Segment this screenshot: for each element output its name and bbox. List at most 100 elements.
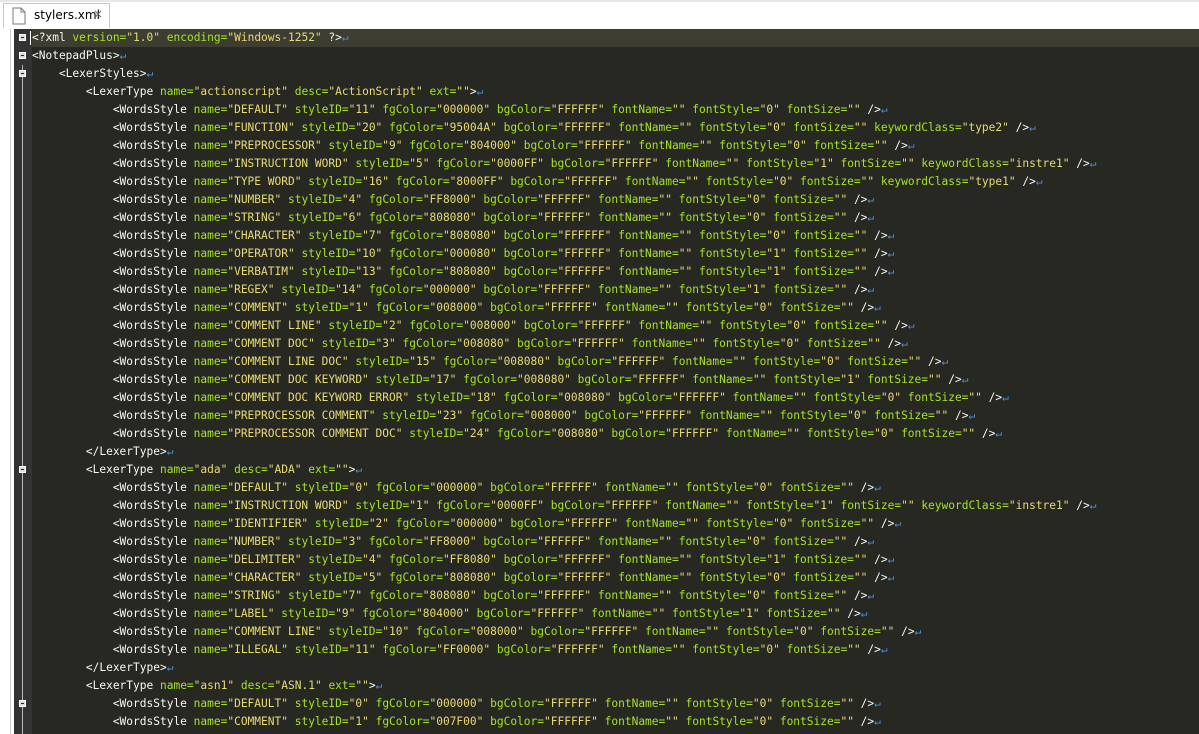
fold-toggle-icon[interactable] [19,34,26,41]
code-line[interactable]: <WordsStyle name="VERBATIM" styleID="13"… [32,263,895,281]
code-line[interactable]: <WordsStyle name="TYPE WORD" styleID="16… [32,173,1043,191]
tab-stylers-xml[interactable]: stylers.xml × [3,3,110,28]
xml-tag [362,211,369,224]
code-line[interactable]: <WordsStyle name="COMMENT LINE" styleID=… [32,317,915,335]
code-line[interactable]: <WordsStyle name="INSTRUCTION WORD" styl… [32,155,1097,173]
xml-tag [288,643,295,656]
xml-value: "IDENTIFIER" [227,517,309,530]
xml-value: "" [658,211,673,224]
fold-toggle-icon[interactable] [19,70,26,77]
xml-attribute: fgColor= [409,319,464,332]
xml-attribute: bgColor= [483,589,538,602]
code-line[interactable]: <WordsStyle name="ILLEGAL" styleID="11" … [32,641,888,659]
eol-icon: ↵ [1002,391,1009,404]
code-line[interactable]: </LexerType>↵ [32,443,174,461]
xml-attribute: name= [193,103,228,116]
code-line[interactable]: <WordsStyle name="FUNCTION" styleID="20"… [32,119,1036,137]
xml-value: "008000" [429,301,484,314]
xml-tag [281,589,288,602]
xml-value: "FFFFFF" [537,589,592,602]
xml-tag [746,355,753,368]
xml-attribute: fontSize= [773,589,834,602]
xml-tag [807,319,814,332]
eol-icon: ↵ [867,211,875,224]
code-line[interactable]: <WordsStyle name="COMMENT" styleID="1" f… [32,299,881,317]
xml-attribute: fgColor= [442,355,497,368]
code-line[interactable]: <WordsStyle name="COMMENT" styleID="1" f… [32,713,881,731]
code-line[interactable]: <WordsStyle name="COMMENT LINE DOC" styl… [32,353,948,371]
eol-icon: ↵ [907,319,915,332]
code-line[interactable]: <WordsStyle name="COMMENT LINE" styleID=… [32,623,922,641]
xml-tag [591,283,598,296]
xml-attribute: ext= [429,85,457,98]
close-tab-icon[interactable]: × [93,7,103,21]
code-line[interactable]: <WordsStyle name="STRING" styleID="6" fg… [32,209,874,227]
code-line[interactable]: <WordsStyle name="IDENTIFIER" styleID="2… [32,515,901,533]
code-line[interactable]: <WordsStyle name="COMMENT DOC KEYWORD" s… [32,371,969,389]
code-area[interactable]: <?xml version="1.0" encoding="Windows-12… [30,29,1199,734]
xml-value: "FFFFFF" [544,697,598,710]
xml-value: "008080" [517,373,571,386]
xml-attribute: fgColor= [503,391,558,404]
xml-tag [679,697,686,710]
xml-attribute: fontName= [618,229,679,242]
xml-value: "" [665,481,679,494]
code-editor[interactable]: <?xml version="1.0" encoding="Windows-12… [0,29,1199,734]
xml-tag: <WordsStyle [32,499,194,512]
eol-icon: ↵ [476,85,484,98]
code-line[interactable]: <WordsStyle name="PREPROCESSOR" styleID=… [32,137,915,155]
xml-attribute: fontStyle= [685,481,753,494]
code-line[interactable]: <WordsStyle name="INSTRUCTION WORD" styl… [32,497,1097,515]
xml-attribute: fontSize= [786,103,848,116]
xml-attribute: fontStyle= [698,229,767,242]
fold-toggle-icon[interactable] [19,52,26,59]
code-line[interactable]: <WordsStyle name="DEFAULT" styleID="0" f… [32,695,881,713]
xml-tag: <WordsStyle [32,265,194,278]
xml-value: "804000" [416,607,470,620]
code-line[interactable]: <WordsStyle name="DELIMITER" styleID="4"… [32,551,895,569]
code-line[interactable]: <WordsStyle name="COMMENT DOC" styleID="… [32,335,908,353]
xml-attribute: fontSize= [779,301,841,314]
code-line[interactable]: <WordsStyle name="NUMBER" styleID="3" fg… [32,533,874,551]
fold-toggle-icon[interactable] [19,466,26,473]
code-line[interactable]: <WordsStyle name="CHARACTER" styleID="7"… [32,227,895,245]
code-line[interactable]: <LexerType name="asn1" desc="ASN.1" ext=… [32,677,383,695]
xml-value: "" [759,409,774,422]
xml-value: "0" [759,643,780,656]
code-line[interactable]: <WordsStyle name="DEFAULT" styleID="0" f… [32,479,881,497]
xml-attribute: bgColor= [503,265,558,278]
eol-icon: ↵ [119,49,127,62]
code-line[interactable]: <WordsStyle name="LABEL" styleID="9" fgC… [32,605,868,623]
xml-value: "REGEX" [227,283,275,296]
xml-tag: <WordsStyle [32,175,194,188]
xml-tag [389,175,396,188]
code-line[interactable]: <LexerType name="ada" desc="ADA" ext="">… [32,461,362,479]
code-line[interactable]: <LexerType name="actionscript" desc="Act… [32,83,484,101]
code-line[interactable]: <?xml version="1.0" encoding="Windows-12… [30,29,1199,47]
code-line[interactable]: <WordsStyle name="CHARACTER" styleID="5"… [32,569,895,587]
code-line[interactable]: <NotepadPlus>↵ [32,47,126,65]
xml-tag: /> [840,607,861,620]
code-line[interactable]: <WordsStyle name="STRING" styleID="7" fg… [32,587,874,605]
xml-attribute: bgColor= [510,517,565,530]
xml-attribute: fontStyle= [685,715,753,728]
xml-value: "PREPROCESSOR" [227,139,322,152]
fold-toggle-icon[interactable] [19,700,26,707]
code-line[interactable]: <WordsStyle name="NUMBER" styleID="4" fg… [32,191,874,209]
code-line[interactable]: <WordsStyle name="PREPROCESSOR COMMENT D… [32,425,1002,443]
xml-value: "" [678,121,693,134]
code-line[interactable]: <WordsStyle name="PREPROCESSOR COMMENT" … [32,407,975,425]
xml-attribute: fontName= [692,373,753,386]
xml-attribute: fontSize= [779,697,841,710]
code-line[interactable]: <WordsStyle name="COMMENT DOC KEYWORD ER… [32,389,1009,407]
code-line[interactable]: </LexerType>↵ [32,659,174,677]
code-line[interactable]: <WordsStyle name="REGEX" styleID="14" fg… [32,281,874,299]
xml-tag [773,409,780,422]
code-line[interactable]: <WordsStyle name="OPERATOR" styleID="10"… [32,245,895,263]
code-line[interactable]: <LexerStyles>↵ [32,65,153,83]
code-line[interactable]: <WordsStyle name="DEFAULT" styleID="11" … [32,101,888,119]
eol-icon: ↵ [880,643,888,656]
xml-tag [618,517,625,530]
xml-value: "" [853,265,868,278]
xml-attribute: name= [193,697,228,710]
